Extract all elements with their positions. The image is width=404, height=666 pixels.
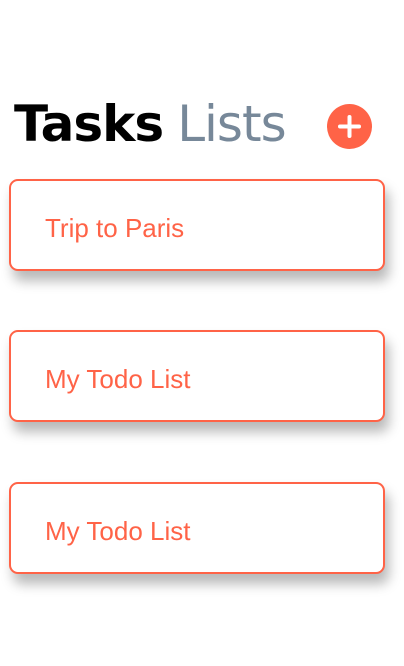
list-item-label: My Todo List bbox=[45, 515, 191, 546]
list-item-label: My Todo List bbox=[45, 363, 191, 394]
title-tasks: Tasks bbox=[14, 95, 164, 153]
list-item[interactable]: Trip to Paris bbox=[9, 179, 385, 271]
list-item[interactable]: My Todo List bbox=[9, 482, 385, 574]
title-lists: Lists bbox=[177, 95, 286, 153]
plus-icon bbox=[338, 115, 361, 138]
add-list-button[interactable] bbox=[327, 104, 372, 149]
list-item-label: Trip to Paris bbox=[45, 212, 185, 243]
page-title: Tasks Lists bbox=[14, 92, 287, 156]
app-screen: Tasks Lists Trip to Paris My Todo List M… bbox=[0, 0, 404, 666]
list-item[interactable]: My Todo List bbox=[9, 330, 385, 422]
